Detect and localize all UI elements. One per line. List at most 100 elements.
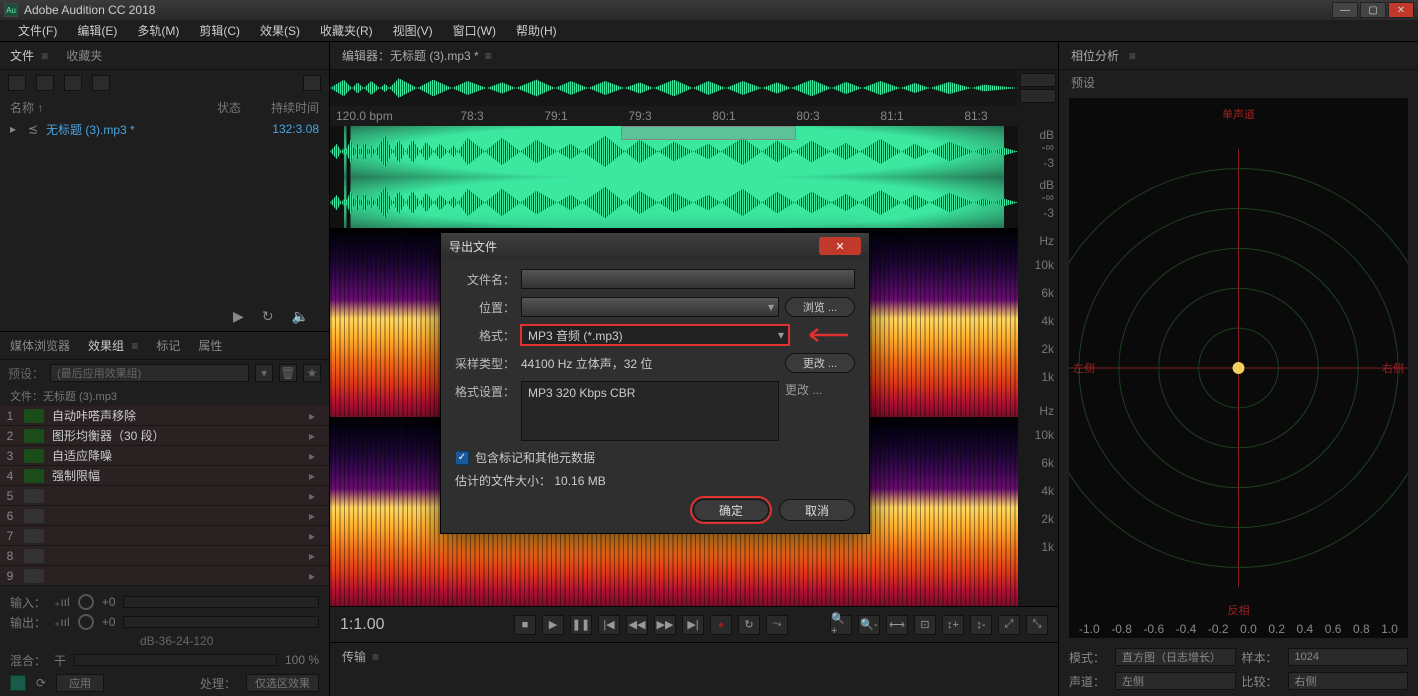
waveform-display[interactable] [330, 126, 1018, 228]
go-end-button[interactable]: ▶| [682, 615, 704, 635]
col-status[interactable]: 状态 [217, 99, 241, 116]
play-icon[interactable]: ▶ [233, 308, 244, 325]
volume-icon[interactable]: 🔈 [292, 308, 309, 325]
zoom-in-icon[interactable]: 🔍+ [830, 615, 852, 635]
compare-select[interactable]: 右侧 [1288, 672, 1409, 690]
output-knob[interactable] [78, 614, 94, 630]
menu-effects[interactable]: 效果(S) [250, 22, 310, 39]
power-icon[interactable] [24, 449, 44, 463]
save-preset-icon[interactable]: ▾ [255, 364, 273, 382]
file-row[interactable]: ▸ ≾ 无标题 (3).mp3 * 132:3.08 [0, 118, 329, 140]
timeline-ruler[interactable]: 120.0 bpm 78:379:179:380:180:381:181:3 [330, 106, 1018, 126]
compare-label: 比较： [1242, 673, 1282, 690]
tempo-display[interactable]: 120.0 bpm [330, 109, 430, 123]
fx-slot-5[interactable]: 5▸ [0, 486, 329, 506]
tab-effects-rack[interactable]: 效果组 ≡ [88, 337, 138, 354]
go-start-button[interactable]: |◀ [598, 615, 620, 635]
menu-clip[interactable]: 剪辑(C) [189, 22, 250, 39]
mode-select[interactable]: 直方图（日志增长） [1115, 648, 1236, 666]
mix-slider[interactable] [74, 654, 277, 666]
dialog-close-button[interactable]: ✕ [819, 237, 861, 255]
ok-button[interactable]: 确定 [693, 499, 769, 521]
menu-file[interactable]: 文件(F) [8, 22, 67, 39]
fx-slot-8[interactable]: 8▸ [0, 546, 329, 566]
filename-input[interactable] [521, 269, 855, 289]
loop-icon[interactable]: ↻ [262, 308, 274, 325]
tab-media-browser[interactable]: 媒体浏览器 [10, 337, 70, 354]
input-knob[interactable] [78, 594, 94, 610]
menu-window[interactable]: 窗口(W) [443, 22, 506, 39]
record-file-icon[interactable] [36, 75, 54, 91]
location-select[interactable]: ▾ [521, 297, 779, 317]
fx-slot-4[interactable]: 4强制限幅▸ [0, 466, 329, 486]
zoom-in-v-icon[interactable]: ↕+ [942, 615, 964, 635]
change-sample-button[interactable]: 更改 ... [785, 353, 855, 373]
maximize-button[interactable]: ▢ [1360, 2, 1386, 18]
tab-markers[interactable]: 标记 [156, 337, 180, 354]
metadata-checkbox[interactable]: ✓ [455, 451, 469, 465]
power-icon[interactable] [24, 409, 44, 423]
process-select[interactable]: 仅选区效果 [246, 674, 319, 692]
selection-range[interactable] [621, 126, 796, 140]
zoom-full-icon[interactable]: ⟷ [886, 615, 908, 635]
menu-view[interactable]: 视图(V) [383, 22, 443, 39]
rewind-button[interactable]: ◀◀ [626, 615, 648, 635]
forward-button[interactable]: ▶▶ [654, 615, 676, 635]
zoom-out-point-icon[interactable]: ⤡ [1026, 615, 1048, 635]
timecode-display[interactable]: 1:1.00 [340, 616, 460, 634]
apply-button[interactable]: 应用 [56, 674, 104, 692]
zoom-out-v-icon[interactable]: ↕- [970, 615, 992, 635]
format-select[interactable]: MP3 音频 (*.mp3)▾ [521, 325, 789, 345]
zoom-sel-icon[interactable]: ⊡ [914, 615, 936, 635]
pause-button[interactable]: ❚❚ [570, 615, 592, 635]
star-icon[interactable]: ★ [303, 364, 321, 382]
zoom-out-icon[interactable]: 🔍- [858, 615, 880, 635]
preset-select[interactable]: (最后应用效果组) [50, 364, 249, 382]
view-tool-icon[interactable] [1020, 89, 1056, 103]
channel-select[interactable]: 左侧 [1115, 672, 1236, 690]
close-button[interactable]: ✕ [1388, 2, 1414, 18]
fx-slot-3[interactable]: 3自适应降噪▸ [0, 446, 329, 466]
browse-button[interactable]: 浏览 ... [785, 297, 855, 317]
tab-favorites[interactable]: 收藏夹 [66, 47, 102, 64]
power-icon[interactable] [24, 469, 44, 483]
power-icon[interactable] [24, 429, 44, 443]
multitrack-icon[interactable] [64, 75, 82, 91]
rack-power-toggle[interactable] [10, 675, 26, 691]
cancel-button[interactable]: 取消 [779, 499, 855, 521]
delete-preset-icon[interactable]: 🗑 [279, 364, 297, 382]
fx-slot-1[interactable]: 1自动咔嗒声移除▸ [0, 406, 329, 426]
stop-button[interactable]: ■ [514, 615, 536, 635]
menu-help[interactable]: 帮助(H) [506, 22, 567, 39]
menu-multitrack[interactable]: 多轨(M) [127, 22, 189, 39]
loop-button[interactable]: ↻ [738, 615, 760, 635]
phase-scope[interactable]: 单声道 左侧 右侧 反相 -1.0-0.8-0.6-0.4-0.20.00.20… [1069, 98, 1408, 638]
menu-favorites[interactable]: 收藏夹(R) [310, 22, 383, 39]
overview-waveform[interactable] [330, 70, 1018, 106]
tab-properties[interactable]: 属性 [198, 337, 222, 354]
col-name[interactable]: 名称 ↑ [10, 99, 187, 116]
search-icon[interactable] [303, 75, 321, 91]
minimize-button[interactable]: — [1332, 2, 1358, 18]
fx-slot-7[interactable]: 7▸ [0, 526, 329, 546]
fx-slot-2[interactable]: 2图形均衡器（30 段）▸ [0, 426, 329, 446]
open-file-icon[interactable] [8, 75, 26, 91]
transport-panel-tab[interactable]: 传输≡ [330, 642, 1058, 670]
fx-slot-6[interactable]: 6▸ [0, 506, 329, 526]
samples-select[interactable]: 1024 [1288, 648, 1409, 666]
col-duration[interactable]: 持续时间 [271, 99, 319, 116]
play-button[interactable]: ▶ [542, 615, 564, 635]
zoom-in-point-icon[interactable]: ⤢ [998, 615, 1020, 635]
editor-tab[interactable]: 编辑器：无标题 (3).mp3 *≡ [330, 42, 1058, 70]
insert-icon[interactable] [92, 75, 110, 91]
fx-slot-9[interactable]: 9▸ [0, 566, 329, 586]
dialog-titlebar[interactable]: 导出文件 ✕ [441, 233, 869, 259]
menu-edit[interactable]: 编辑(E) [67, 22, 127, 39]
skip-sel-button[interactable]: ⤳ [766, 615, 788, 635]
phase-panel-tab[interactable]: 相位分析≡ [1059, 42, 1418, 70]
record-button[interactable]: ● [710, 615, 732, 635]
rack-chain-icon[interactable]: ⟳ [36, 676, 46, 690]
zoom-tool-icon[interactable] [1020, 73, 1056, 87]
change-format-button[interactable]: 更改 ... [785, 381, 855, 398]
tab-files[interactable]: 文件 ≡ [10, 47, 48, 64]
